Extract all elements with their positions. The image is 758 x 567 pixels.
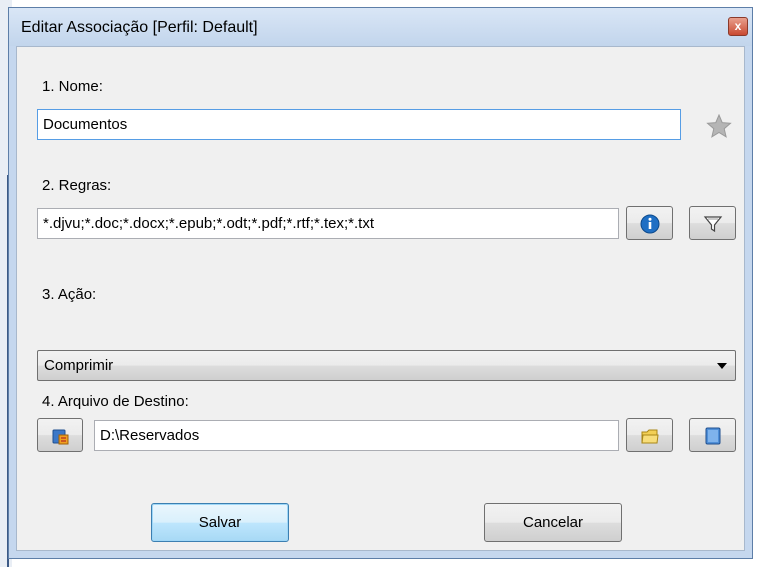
star-icon[interactable] <box>706 113 732 142</box>
title-bar[interactable]: Editar Associação [Perfil: Default] x <box>9 8 752 46</box>
destination-book-button[interactable] <box>689 418 736 452</box>
rules-label: 2. Regras: <box>42 177 112 194</box>
edit-association-dialog: Editar Associação [Perfil: Default] x 1.… <box>8 7 753 559</box>
name-label: 1. Nome: <box>42 78 103 95</box>
rules-info-button[interactable] <box>626 206 673 240</box>
action-selected-value: Comprimir <box>44 357 114 374</box>
cancel-button[interactable]: Cancelar <box>484 503 622 542</box>
name-input[interactable]: Documentos <box>37 109 681 140</box>
save-button[interactable]: Salvar <box>151 503 289 542</box>
dialog-body: 1. Nome: Documentos 2. Regras: *.djvu;*.… <box>16 46 745 551</box>
window-title: Editar Associação [Perfil: Default] <box>21 19 258 36</box>
action-label: 3. Ação: <box>42 286 97 303</box>
destination-label: 4. Arquivo de Destino: <box>42 393 189 410</box>
rules-filter-button[interactable] <box>689 206 736 240</box>
destination-archive-button[interactable] <box>37 418 83 452</box>
action-dropdown[interactable]: Comprimir <box>37 350 736 381</box>
chevron-down-icon <box>717 363 727 369</box>
rules-input[interactable]: *.djvu;*.doc;*.docx;*.epub;*.odt;*.pdf;*… <box>37 208 619 239</box>
destination-browse-button[interactable] <box>626 418 673 452</box>
close-button[interactable]: x <box>728 17 748 36</box>
destination-input[interactable]: D:\Reservados <box>94 420 619 451</box>
